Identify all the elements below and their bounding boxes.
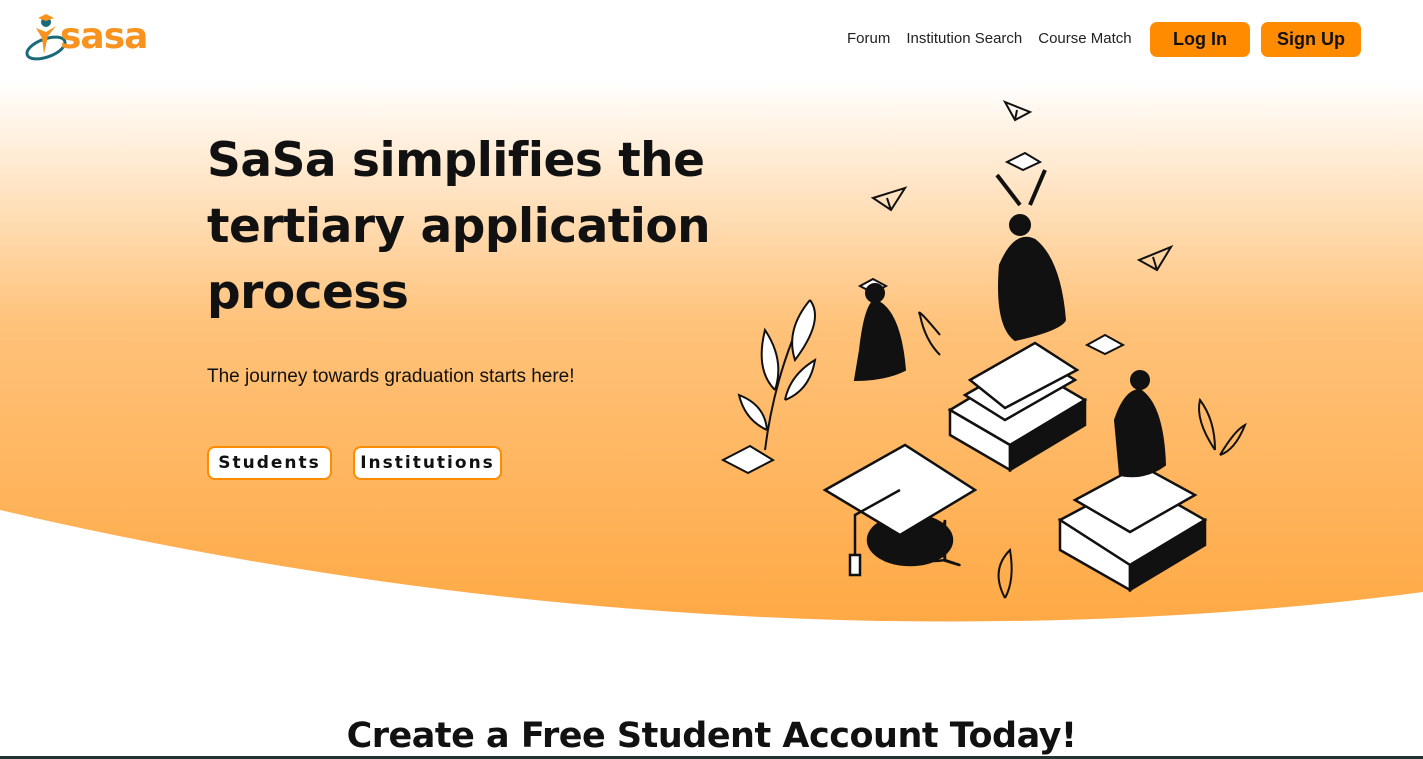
logo-text: sasa bbox=[60, 16, 148, 57]
nav-link-institution-search[interactable]: Institution Search bbox=[906, 30, 1022, 47]
hero-section: SaSa simplifies the tertiary application… bbox=[0, 80, 1423, 625]
students-button[interactable]: Students bbox=[207, 446, 332, 480]
login-button[interactable]: Log In bbox=[1150, 22, 1250, 57]
institutions-button[interactable]: Institutions bbox=[353, 446, 502, 480]
create-account-heading: Create a Free Student Account Today! bbox=[346, 716, 1077, 756]
nav-link-forum[interactable]: Forum bbox=[847, 30, 890, 47]
graduates-illustration bbox=[720, 100, 1247, 599]
sasa-logo[interactable]: sasa bbox=[24, 10, 149, 68]
top-navbar: sasa Forum Institution Search Course Mat… bbox=[0, 0, 1423, 80]
nav-link-course-match[interactable]: Course Match bbox=[1038, 30, 1131, 47]
hero-subtitle: The journey towards graduation starts he… bbox=[207, 366, 575, 387]
nav-links: Forum Institution Search Course Match bbox=[847, 30, 1132, 47]
hero-title: SaSa simplifies the tertiary application… bbox=[207, 133, 711, 320]
signup-button[interactable]: Sign Up bbox=[1261, 22, 1361, 57]
